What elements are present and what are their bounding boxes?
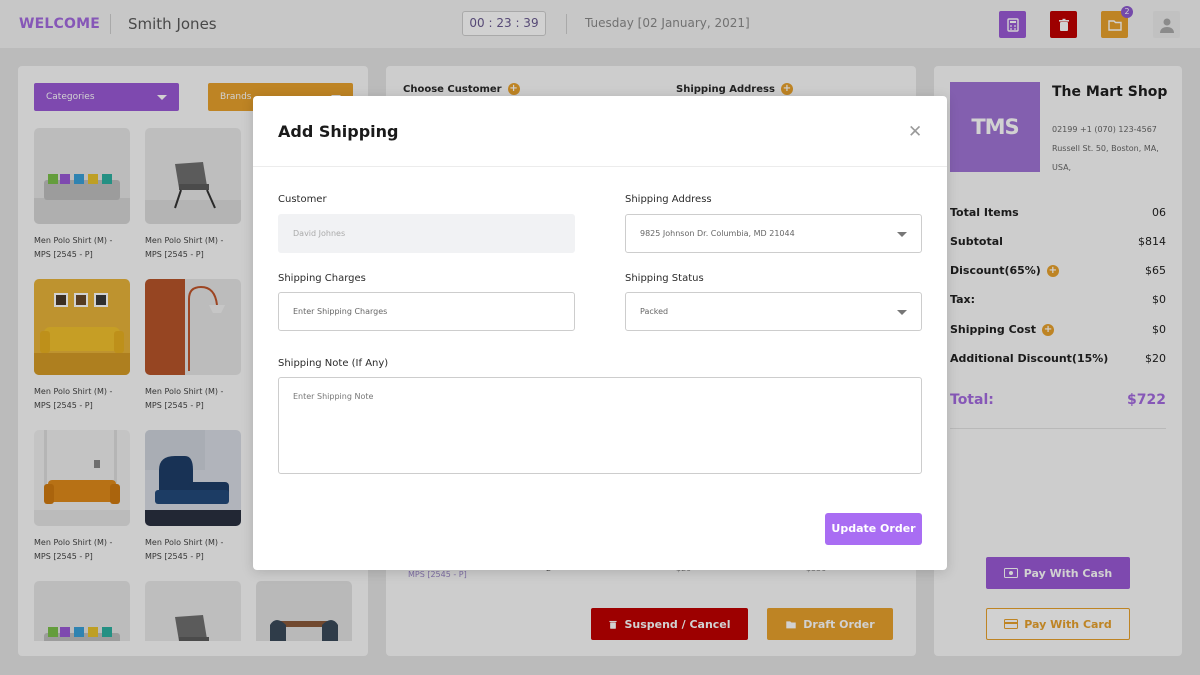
- divider: [253, 166, 947, 167]
- add-shipping-modal: Add Shipping ✕ Customer David Johnes Shi…: [253, 96, 947, 570]
- modal-title: Add Shipping: [278, 122, 399, 141]
- shipping-address-value: 9825 Johnson Dr. Columbia, MD 21044: [640, 229, 795, 238]
- shipping-note-textarea[interactable]: Enter Shipping Note: [278, 377, 922, 474]
- chevron-down-icon: [897, 310, 907, 315]
- shipping-status-value: Packed: [640, 307, 669, 316]
- shipping-note-label: Shipping Note (If Any): [278, 358, 389, 369]
- close-icon[interactable]: ✕: [908, 122, 922, 142]
- shipping-charges-input[interactable]: Enter Shipping Charges: [278, 292, 575, 331]
- customer-label: Customer: [278, 194, 327, 205]
- shipping-charges-label: Shipping Charges: [278, 273, 366, 284]
- shipping-address-label: Shipping Address: [625, 194, 712, 205]
- customer-field: David Johnes: [278, 214, 575, 253]
- shipping-address-select[interactable]: 9825 Johnson Dr. Columbia, MD 21044: [625, 214, 922, 253]
- shipping-status-select[interactable]: Packed: [625, 292, 922, 331]
- chevron-down-icon: [897, 232, 907, 237]
- update-order-button[interactable]: Update Order: [825, 513, 922, 545]
- shipping-status-label: Shipping Status: [625, 273, 704, 284]
